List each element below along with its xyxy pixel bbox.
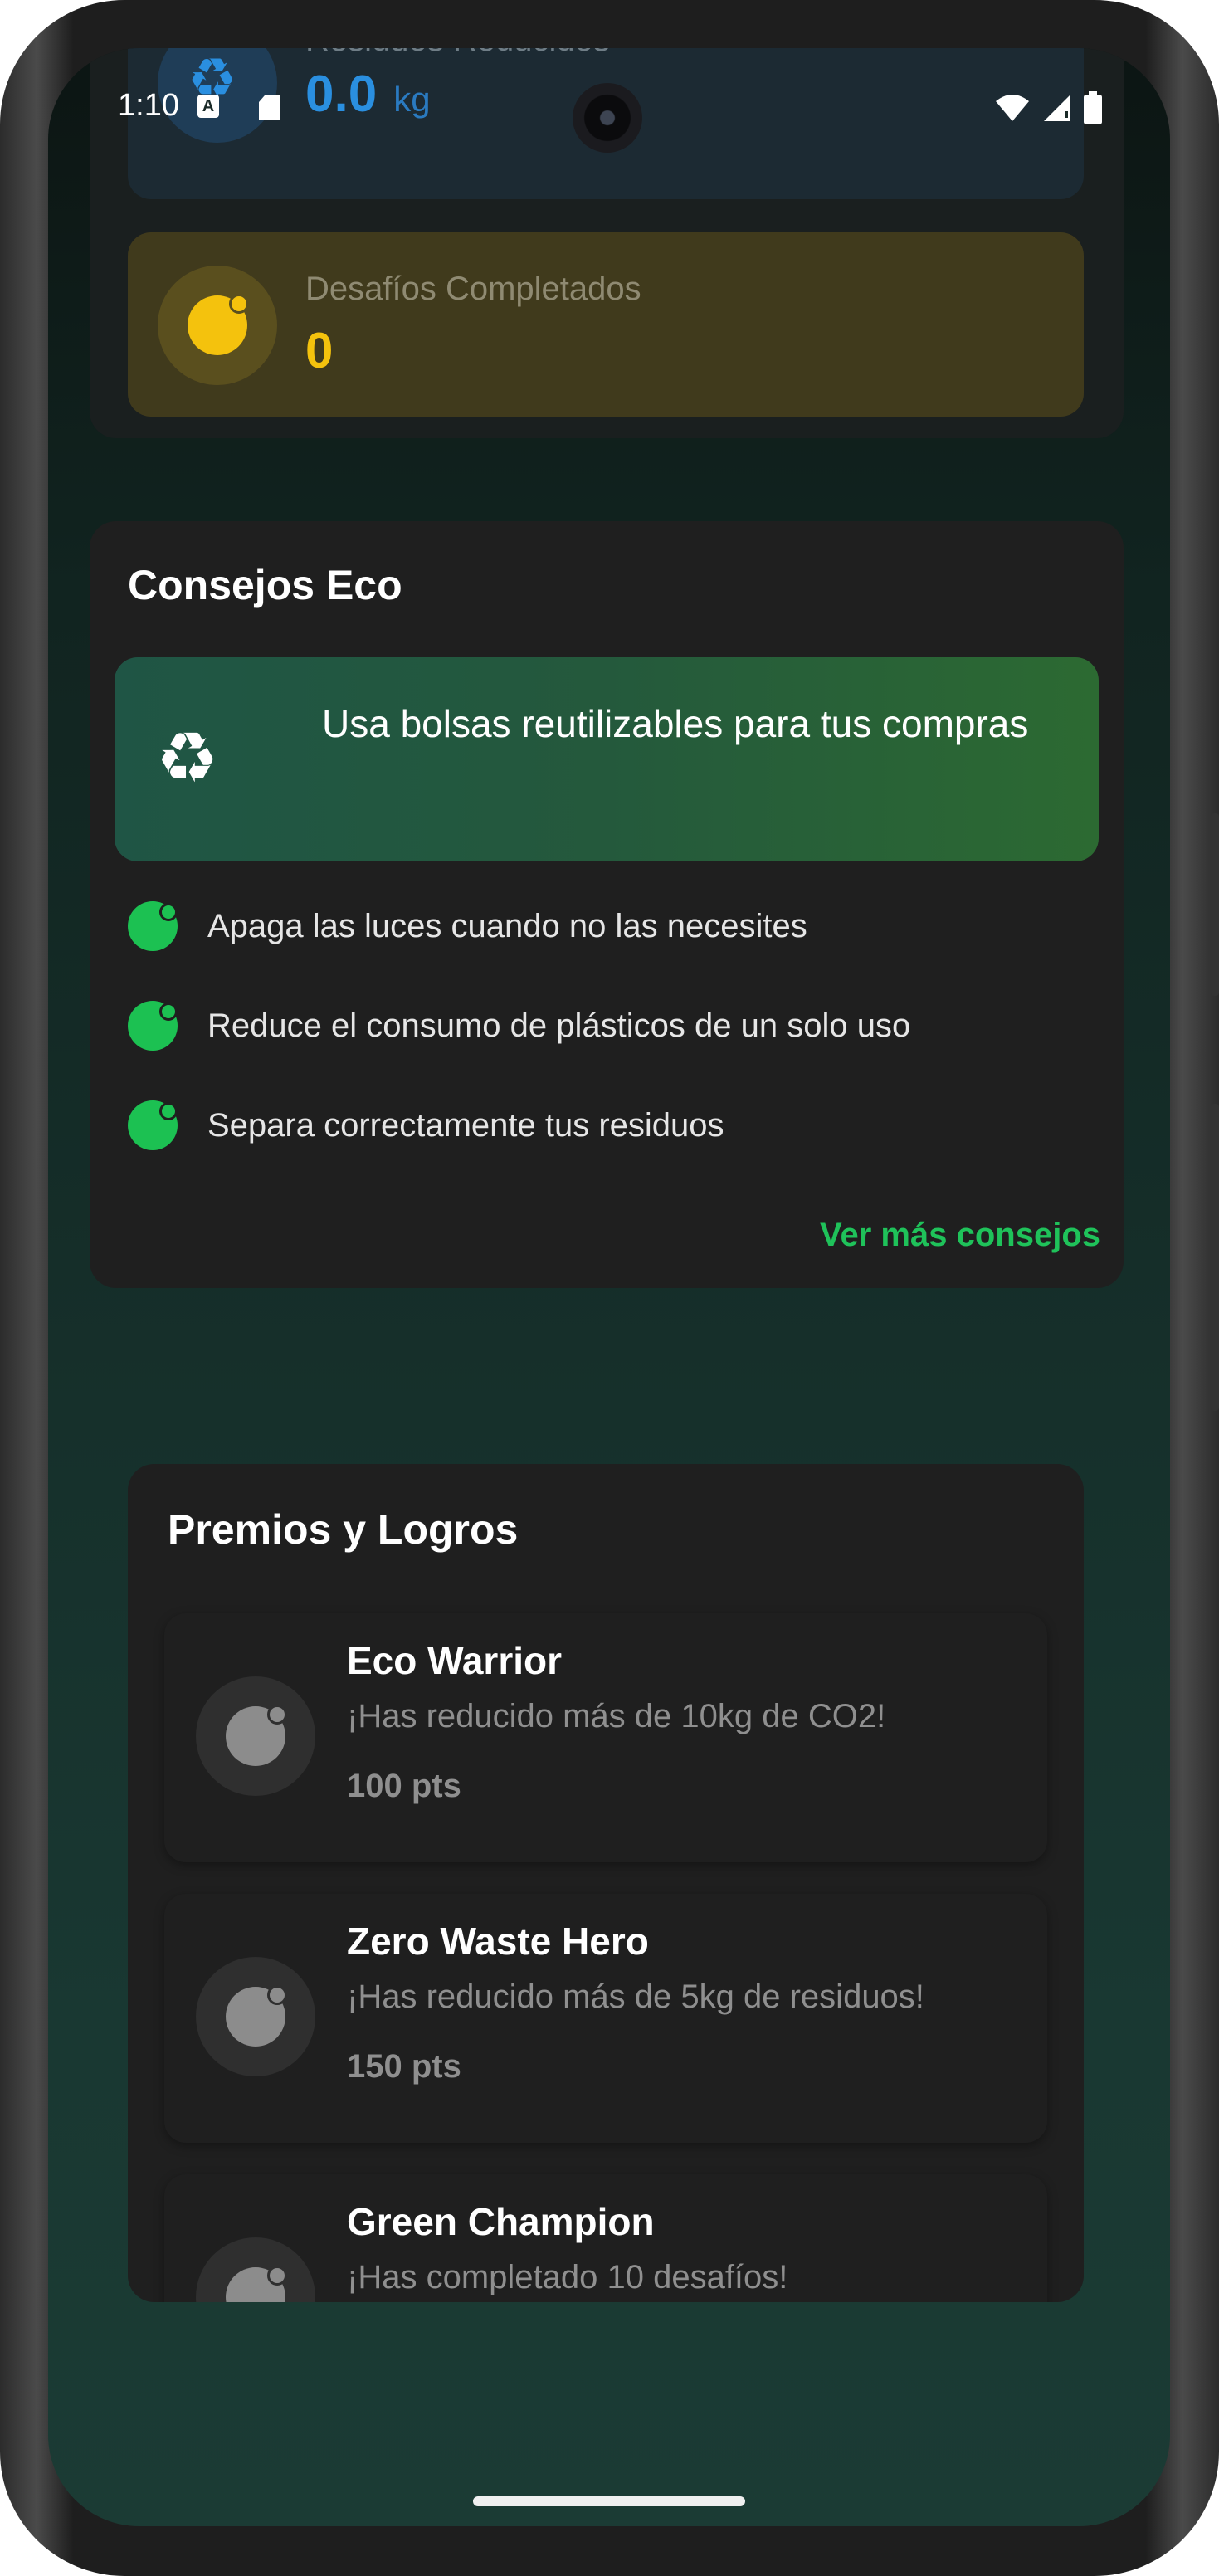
award-icon-circle bbox=[196, 1676, 315, 1796]
eco-tips-title: Consejos Eco bbox=[128, 562, 402, 608]
award-points: 150 pts bbox=[347, 2048, 461, 2085]
challenges-value: 0 bbox=[305, 323, 334, 378]
tip-text: Apaga las luces cuando no las necesites bbox=[207, 907, 807, 944]
phone-frame: ♻ Residuos Reducidos 0.0 kg Desafíos Com… bbox=[0, 0, 1219, 2576]
status-icons bbox=[994, 91, 1102, 124]
leaf-dot-icon bbox=[128, 1001, 178, 1051]
tip-item: Separa correctamente tus residuos bbox=[128, 1100, 724, 1150]
app-screen: ♻ Residuos Reducidos 0.0 kg Desafíos Com… bbox=[48, 48, 1170, 2526]
battery-icon bbox=[1084, 91, 1102, 124]
award-item[interactable]: Green Champion ¡Has completado 10 desafí… bbox=[164, 2174, 1047, 2302]
volume-button bbox=[1211, 813, 1219, 996]
award-points: 100 pts bbox=[347, 1768, 461, 1804]
tip-text: Reduce el consumo de plásticos de un sol… bbox=[207, 1007, 911, 1044]
sd-card-icon bbox=[259, 95, 280, 120]
tip-item: Reduce el consumo de plásticos de un sol… bbox=[128, 1001, 910, 1051]
featured-tip[interactable]: ♻ Usa bolsas reutilizables para tus comp… bbox=[115, 657, 1099, 861]
accessibility-a-icon: A bbox=[197, 95, 219, 118]
award-description: ¡Has completado 10 desafíos! bbox=[347, 2259, 788, 2295]
wifi-icon bbox=[996, 95, 1029, 121]
award-item[interactable]: Eco Warrior ¡Has reducido más de 10kg de… bbox=[164, 1613, 1047, 1862]
award-description: ¡Has reducido más de 5kg de residuos! bbox=[347, 1978, 924, 2015]
challenges-icon-circle bbox=[158, 266, 277, 385]
leaf-dot-icon bbox=[128, 1100, 178, 1150]
status-bar: 1:10 A bbox=[48, 48, 1170, 164]
award-description: ¡Has reducido más de 10kg de CO2! bbox=[347, 1698, 886, 1734]
award-item[interactable]: Zero Waste Hero ¡Has reducido más de 5kg… bbox=[164, 1894, 1047, 2143]
featured-tip-text: Usa bolsas reutilizables para tus compra… bbox=[322, 702, 1029, 745]
tip-text: Separa correctamente tus residuos bbox=[207, 1106, 724, 1144]
awards-title: Premios y Logros bbox=[168, 1506, 519, 1553]
status-time: 1:10 bbox=[118, 88, 179, 123]
award-icon-circle bbox=[196, 1957, 315, 2076]
leaf-dot-icon bbox=[128, 901, 178, 951]
recycle-icon: ♻ bbox=[156, 719, 219, 797]
signal-icon bbox=[1044, 95, 1070, 121]
home-indicator[interactable] bbox=[473, 2496, 745, 2506]
award-badge-icon bbox=[226, 2266, 287, 2302]
awards-card: Premios y Logros Eco Warrior ¡Has reduci… bbox=[128, 1464, 1084, 2302]
award-badge-icon bbox=[226, 1985, 287, 2047]
award-title: Green Champion bbox=[347, 2200, 655, 2243]
front-camera bbox=[573, 83, 642, 153]
see-more-tips-link[interactable]: Ver más consejos bbox=[820, 1217, 1100, 1254]
award-badge-icon bbox=[226, 1705, 287, 1766]
tip-item: Apaga las luces cuando no las necesites bbox=[128, 901, 807, 951]
power-button bbox=[1211, 1104, 1219, 1411]
award-title: Eco Warrior bbox=[347, 1639, 563, 1682]
award-title: Zero Waste Hero bbox=[347, 1920, 649, 1963]
challenges-label: Desafíos Completados bbox=[305, 271, 641, 307]
award-icon-circle bbox=[196, 2237, 315, 2302]
challenges-completed-row: Desafíos Completados 0 bbox=[128, 232, 1084, 417]
badge-icon bbox=[188, 294, 249, 355]
